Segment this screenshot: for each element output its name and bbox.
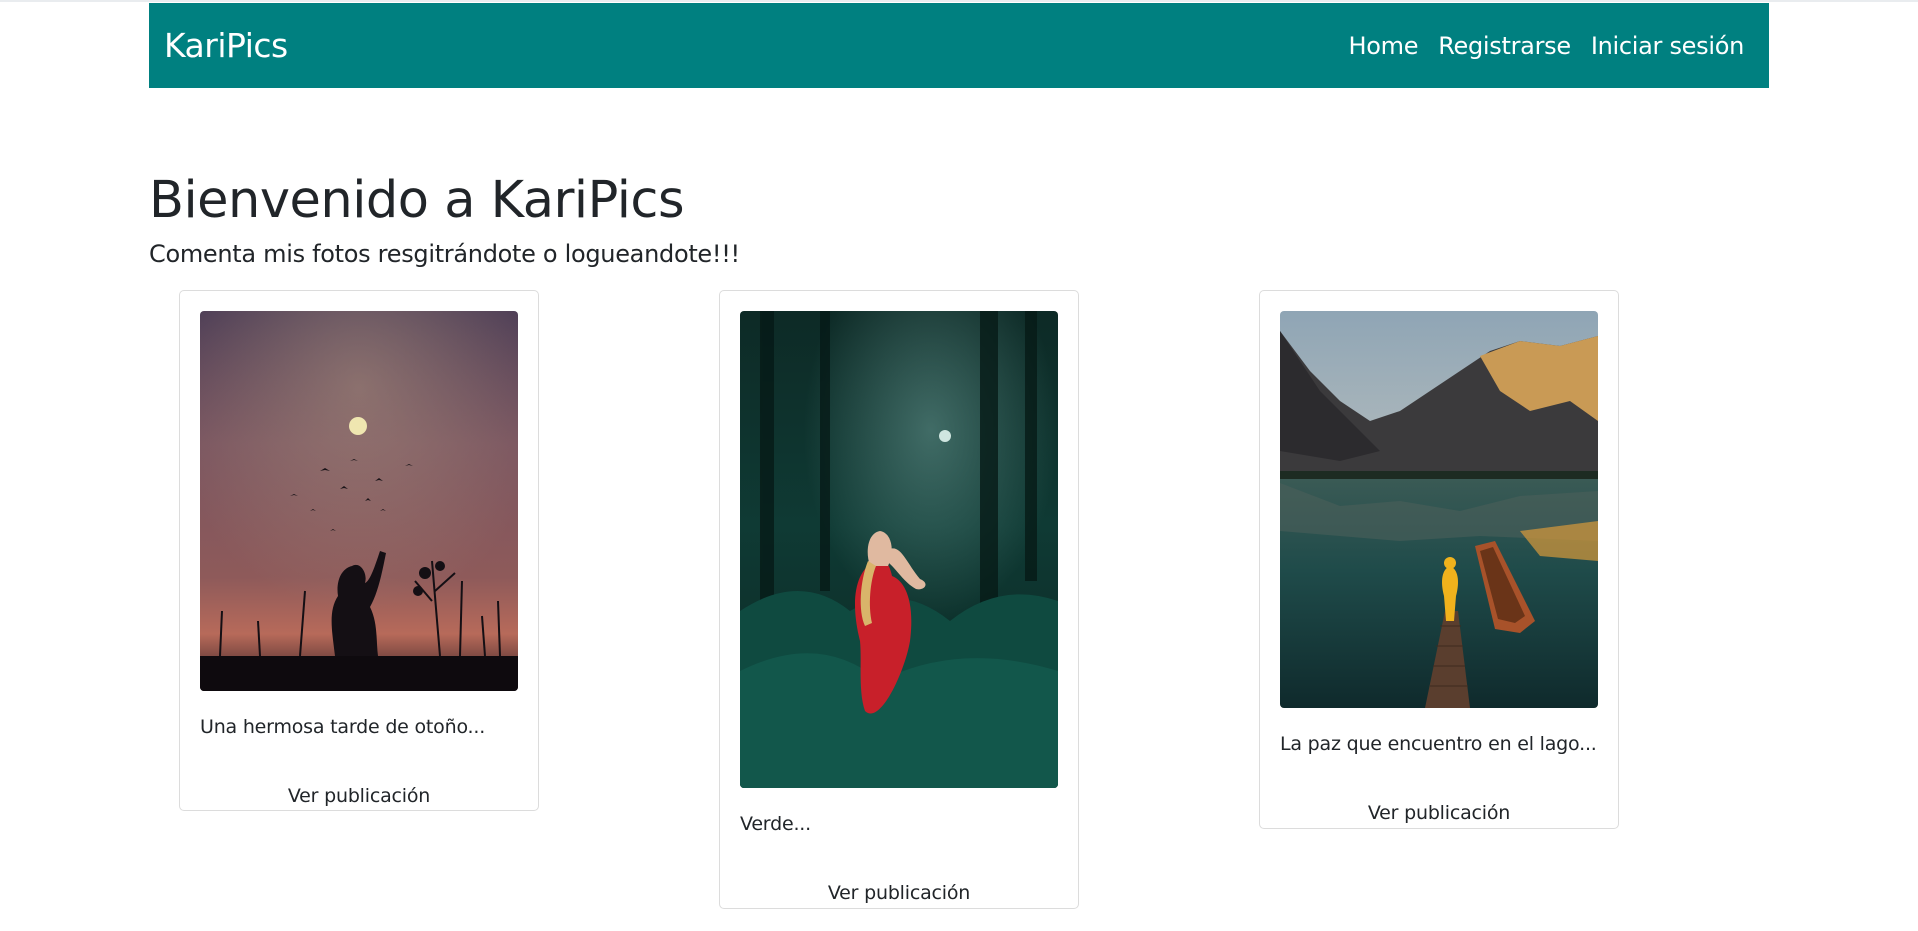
page-title: Bienvenido a KariPics bbox=[149, 171, 685, 230]
page-subtitle: Comenta mis fotos resgitrándote o loguea… bbox=[149, 240, 740, 268]
post-image-green-forest-woman[interactable] bbox=[740, 311, 1058, 788]
post-card: La paz que encuentro en el lago... Ver p… bbox=[1259, 290, 1619, 829]
view-post-link[interactable]: Ver publicación bbox=[180, 785, 538, 807]
nav-home-link[interactable]: Home bbox=[1349, 32, 1419, 60]
post-card: Verde... Ver publicación bbox=[719, 290, 1079, 909]
view-post-link[interactable]: Ver publicación bbox=[1260, 802, 1618, 824]
nav-links: Home Registrarse Iniciar sesión bbox=[1349, 3, 1745, 88]
post-image-mountain-lake[interactable] bbox=[1280, 311, 1598, 708]
post-caption: La paz que encuentro en el lago... bbox=[1280, 733, 1597, 755]
post-card: Una hermosa tarde de otoño... Ver public… bbox=[179, 290, 539, 811]
navbar: KariPics Home Registrarse Iniciar sesión bbox=[149, 3, 1769, 88]
nav-register-link[interactable]: Registrarse bbox=[1438, 32, 1571, 60]
nav-login-link[interactable]: Iniciar sesión bbox=[1591, 32, 1744, 60]
top-border-line bbox=[0, 0, 1918, 2]
view-post-link[interactable]: Ver publicación bbox=[720, 882, 1078, 904]
brand-logo-link[interactable]: KariPics bbox=[164, 3, 288, 88]
post-image-autumn-silhouette[interactable] bbox=[200, 311, 518, 691]
post-caption: Una hermosa tarde de otoño... bbox=[200, 716, 486, 738]
post-caption: Verde... bbox=[740, 813, 811, 835]
